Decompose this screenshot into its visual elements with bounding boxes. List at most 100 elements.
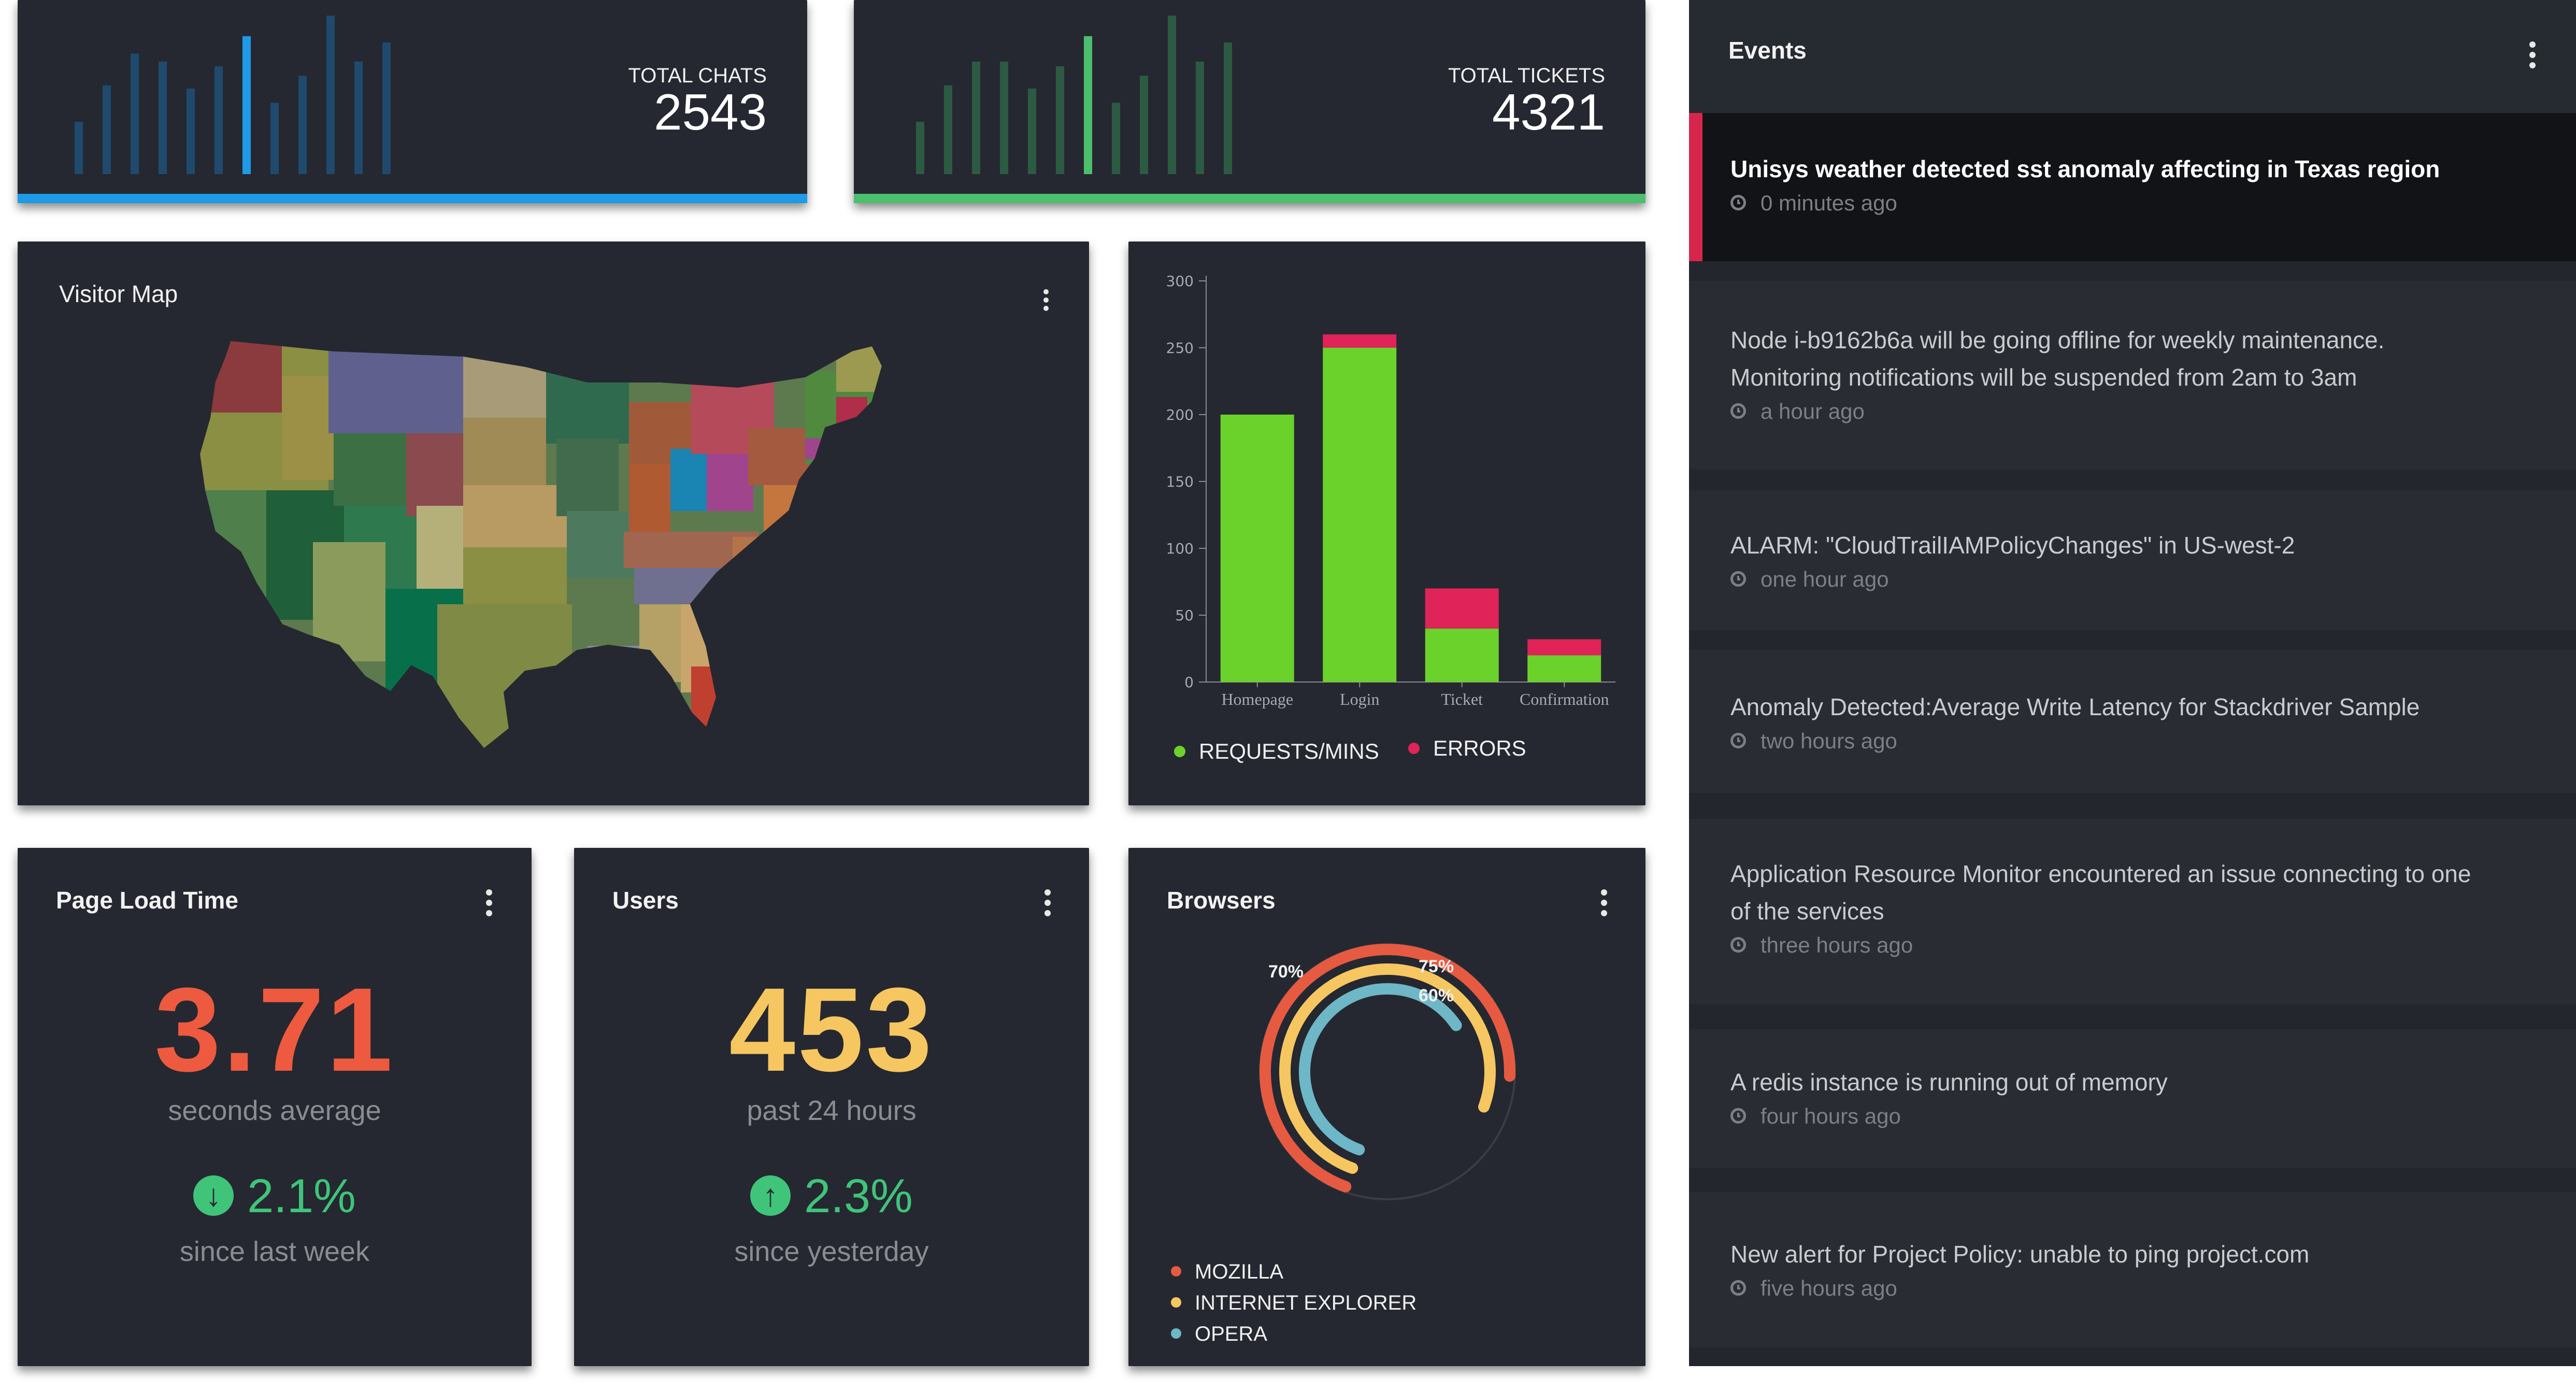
bar-requests[interactable]: [1527, 655, 1601, 682]
total-chats-card[interactable]: TOTAL CHATS 2543: [18, 0, 807, 203]
tickets-sparkline-bar: [944, 85, 952, 174]
clock-icon: [1730, 732, 1746, 748]
ring-internet-explorer[interactable]: [1279, 963, 1496, 1174]
y-tick-label: 0: [1184, 674, 1194, 691]
event-time-label: five hours ago: [1761, 1276, 1897, 1300]
legend-errors[interactable]: ERRORS: [1408, 736, 1526, 761]
opera-legend-label: OPERA: [1195, 1323, 1268, 1345]
legend-mozilla[interactable]: MOZILLA: [1171, 1260, 1283, 1284]
event-item[interactable]: ALARM: "CloudTrailIAMPolicyChanges" in U…: [1689, 490, 2576, 630]
event-text: A redis instance is running out of memor…: [1730, 1069, 2168, 1096]
ie-legend-dot: [1171, 1297, 1181, 1308]
y-tick-label: 50: [1175, 607, 1194, 624]
bar-requests[interactable]: [1323, 348, 1397, 682]
visitor-map-title: Visitor Map: [59, 280, 178, 307]
event-time: one hour ago: [1730, 567, 2576, 592]
tickets-sparkline-bar: [1028, 88, 1036, 174]
tickets-sparkline: [916, 16, 1232, 175]
total-tickets-card[interactable]: TOTAL TICKETS 4321: [854, 0, 1645, 203]
page-load-time-card: Page Load Time 3.71 seconds average ↓ 2.1…: [18, 848, 532, 1366]
event-time: four hours ago: [1730, 1104, 2576, 1129]
users-sub: past 24 hours: [747, 1095, 917, 1126]
chats-sparkline-bar: [159, 61, 167, 175]
event-item[interactable]: New alert for Project Policy: unable to …: [1689, 1192, 2576, 1347]
tickets-sparkline-bar: [1084, 36, 1092, 174]
event-item[interactable]: Anomaly Detected:Average Write Latency f…: [1689, 650, 2576, 793]
chats-sparkline-bar: [214, 66, 223, 174]
event-text: Node i-b9162b6a will be going offline fo…: [1730, 327, 2385, 353]
browsers-radial-chart[interactable]: 70% 75% 60%: [1128, 931, 1645, 1252]
event-text-line2: of the services: [1730, 898, 1884, 925]
requests-legend-dot: [1174, 745, 1185, 757]
x-tick-label: Login: [1340, 690, 1379, 708]
arrow-up-icon: ↑: [750, 1175, 791, 1216]
event-text: Anomaly Detected:Average Write Latency f…: [1730, 693, 2420, 720]
bar-errors[interactable]: [1527, 639, 1601, 656]
event-item[interactable]: Node i-b9162b6a will be going offline fo…: [1689, 281, 2576, 470]
x-tick-label: Confirmation: [1520, 690, 1609, 708]
event-time: two hours ago: [1730, 729, 2576, 754]
total-chats-value: 2543: [653, 83, 767, 140]
total-tickets-accent-bar: [854, 194, 1645, 203]
ring-label: 70%: [1268, 962, 1304, 982]
usa-map-icon[interactable]: [194, 335, 940, 780]
event-item[interactable]: Application Resource Monitor encountered…: [1689, 819, 2576, 1004]
requests-errors-bar-chart[interactable]: 0 50 100 150 200 250 300 Homepage Login Ticket Con…: [1128, 242, 1645, 729]
legend-requests[interactable]: REQUESTS/MINS: [1174, 739, 1379, 764]
bar-errors[interactable]: [1323, 334, 1397, 348]
y-tick-label: 300: [1166, 273, 1194, 290]
chats-sparkline-bar: [326, 16, 335, 174]
requests-legend-label: REQUESTS/MINS: [1199, 739, 1379, 763]
chats-sparkline-bar: [298, 76, 307, 174]
tickets-sparkline-bar: [1000, 61, 1008, 175]
bar-errors[interactable]: [1425, 588, 1499, 629]
events-panel: Events Unisys weather detected sst anoma…: [1689, 0, 2576, 1366]
browsers-menu-icon[interactable]: [1600, 889, 1608, 920]
event-time: 0 minutes ago: [1730, 191, 2576, 216]
event-text-line2: Monitoring notifications will be suspend…: [1730, 364, 2357, 391]
errors-legend-label: ERRORS: [1433, 736, 1526, 760]
chats-sparkline-bar: [242, 36, 251, 174]
users-menu-icon[interactable]: [1043, 889, 1052, 920]
page-load-sub: seconds average: [168, 1095, 381, 1126]
event-time-label: three hours ago: [1761, 933, 1913, 957]
clock-icon: [1730, 1108, 1746, 1124]
legend-opera[interactable]: OPERA: [1171, 1323, 1267, 1346]
browsers-card: Browsers 70% 75% 60% MOZILLA INTERNET EXPL…: [1128, 848, 1645, 1366]
event-item[interactable]: A redis instance is running out of memor…: [1689, 1029, 2576, 1168]
event-time-label: one hour ago: [1761, 567, 1889, 591]
ie-legend-label: INTERNET EXPLORER: [1195, 1291, 1417, 1314]
event-text: Unisys weather detected sst anomaly affe…: [1730, 155, 2440, 182]
event-text: New alert for Project Policy: unable to …: [1730, 1241, 2310, 1268]
event-text: ALARM: "CloudTrailIAMPolicyChanges" in U…: [1730, 532, 2295, 559]
page-load-menu-icon[interactable]: [485, 889, 493, 920]
event-item[interactable]: Unisys weather detected sst anomaly affe…: [1689, 113, 2576, 261]
events-header: Events: [1689, 0, 2576, 113]
users-change: ↑ 2.3%: [574, 1169, 1089, 1224]
alert-marker: [1689, 113, 1702, 261]
tickets-sparkline-bar: [1140, 76, 1148, 174]
events-menu-icon[interactable]: [2528, 41, 2537, 73]
bar-requests[interactable]: [1425, 628, 1499, 682]
chats-sparkline: [75, 16, 391, 175]
ring-opera[interactable]: [1299, 983, 1462, 1156]
total-tickets-value: 4321: [1492, 83, 1605, 140]
opera-legend-dot: [1171, 1328, 1181, 1339]
event-time: a hour ago: [1730, 399, 2576, 424]
visitor-map-menu-icon[interactable]: [1042, 289, 1051, 315]
tickets-sparkline-bar: [1196, 61, 1204, 175]
chats-sparkline-bar: [103, 85, 111, 174]
y-tick-label: 100: [1166, 540, 1194, 557]
bar-requests[interactable]: [1220, 415, 1294, 682]
clock-icon: [1730, 936, 1746, 953]
clock-icon: [1730, 194, 1746, 210]
chats-sparkline-bar: [270, 103, 279, 174]
arrow-down-icon: ↓: [193, 1175, 234, 1216]
clock-icon: [1730, 403, 1746, 419]
clock-icon: [1730, 1280, 1746, 1296]
users-change-sub: since yesterday: [734, 1236, 929, 1267]
legend-ie[interactable]: INTERNET EXPLORER: [1171, 1291, 1416, 1315]
events-title: Events: [1728, 37, 1807, 64]
chats-sparkline-bar: [354, 61, 363, 175]
x-tick-label: Homepage: [1221, 690, 1293, 708]
